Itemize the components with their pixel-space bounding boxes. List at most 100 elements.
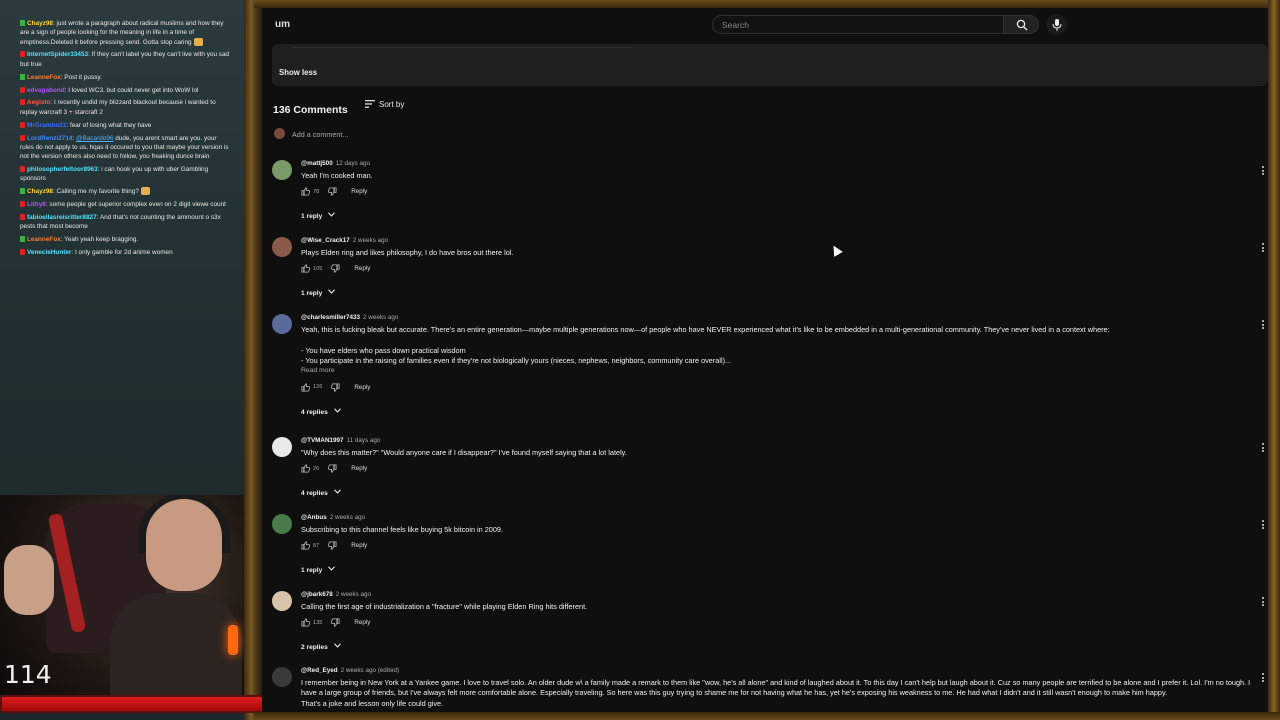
comment-author[interactable]: @charlesmiller7433 (301, 314, 360, 321)
chat-message: Chayz98: just wrote a paragraph about ra… (20, 19, 232, 47)
comment-menu-icon[interactable] (1260, 673, 1266, 683)
user-avatar[interactable] (274, 128, 285, 139)
chat-username[interactable]: MrGrambo21 (27, 122, 66, 129)
replies-toggle[interactable]: 1 reply (301, 212, 336, 220)
comment-author[interactable]: @mattj500 (301, 160, 333, 167)
description-divider (292, 47, 632, 48)
comment-menu-icon[interactable] (1260, 243, 1266, 253)
chevron-down-icon (333, 407, 341, 415)
chat-username[interactable]: VenecieHunter (27, 249, 71, 256)
comment-menu-icon[interactable] (1260, 166, 1266, 176)
show-less-button[interactable]: Show less (279, 68, 317, 77)
like-count: 26 (313, 465, 320, 472)
replies-toggle[interactable]: 4 replies (301, 489, 341, 497)
comment-text: Yeah, this is fucking bleak but accurate… (301, 325, 1261, 376)
commenter-avatar[interactable] (272, 591, 292, 611)
comment-author[interactable]: @TVMAN1997 (301, 437, 344, 444)
chat-username[interactable]: LeanneFox (27, 74, 61, 81)
sort-by-label: Sort by (379, 100, 405, 109)
youtube-logo[interactable]: um (275, 19, 290, 30)
comment-line: I remember being in New York at a Yankee… (301, 678, 1251, 698)
read-more-button[interactable]: Read more (301, 366, 1261, 376)
chat-username[interactable]: InternetSpider33453 (27, 51, 88, 58)
reply-button[interactable]: Reply (351, 188, 367, 195)
chat-username[interactable]: Chayz98 (27, 20, 53, 27)
comment-timestamp[interactable]: 2 weeks ago (330, 514, 365, 521)
chat-username[interactable]: LeanneFox (27, 236, 61, 243)
comment-timestamp[interactable]: 12 days ago (336, 160, 370, 167)
add-comment-input[interactable] (290, 128, 1254, 140)
reply-button[interactable]: Reply (354, 619, 370, 626)
chat-text: : I only gamble for 2d anime women (71, 249, 173, 257)
comment-actions: 78 Reply (301, 187, 367, 197)
comment-menu-icon[interactable] (1260, 520, 1266, 530)
chat-username[interactable]: fabioellasreisritter8827 (27, 214, 97, 221)
reply-button[interactable]: Reply (354, 384, 370, 391)
voice-search-button[interactable] (1046, 14, 1067, 35)
comment-header: @TVMAN1997 11 days ago (301, 437, 380, 444)
comment-menu-icon[interactable] (1260, 597, 1266, 607)
comment-author[interactable]: @Anbus (301, 514, 327, 521)
like-icon[interactable] (301, 541, 311, 550)
like-icon[interactable] (301, 464, 311, 473)
chat-message: Chayz98: Calling me my favorite thing? (20, 187, 232, 196)
replies-toggle[interactable]: 4 replies (301, 407, 341, 416)
comment-timestamp[interactable]: 11 days ago (347, 437, 381, 444)
commenter-avatar[interactable] (272, 437, 292, 457)
comment-timestamp[interactable]: 2 weeks ago (edited) (341, 667, 399, 674)
comment-text: Calling the first age of industrializati… (301, 602, 1261, 612)
chevron-down-icon (333, 643, 341, 650)
dislike-icon[interactable] (331, 618, 340, 628)
commenter-avatar[interactable] (272, 667, 292, 687)
sort-by-button[interactable]: Sort by (365, 100, 404, 109)
emote-icon (193, 37, 203, 46)
comment-menu-icon[interactable] (1260, 443, 1266, 453)
search-box[interactable] (712, 15, 1021, 34)
chat-username[interactable]: edvagabond (27, 87, 65, 94)
comment-menu-icon[interactable] (1260, 320, 1266, 330)
chat-text: : Post it pussy. (60, 73, 102, 81)
comment-author[interactable]: @Wise_Crack17 (301, 237, 350, 244)
search-input[interactable] (713, 16, 1021, 33)
chat-username[interactable]: philosopherfeltoor8963 (27, 166, 98, 173)
dislike-icon[interactable] (331, 382, 340, 392)
chat-username[interactable]: LordRenzi2714 (27, 135, 72, 142)
chat-mention[interactable]: @Bacardo96 (76, 135, 113, 142)
comment-author[interactable]: @jbark678 (301, 591, 333, 598)
comments-count: 136 Comments (273, 104, 348, 116)
comment-actions: 135 Reply (301, 618, 370, 628)
chevron-down-icon (333, 489, 341, 496)
comment-timestamp[interactable]: 2 weeks ago (353, 237, 388, 244)
search-button[interactable] (1003, 15, 1039, 34)
comment-timestamp[interactable]: 2 weeks ago (336, 591, 371, 598)
replies-toggle[interactable]: 2 replies (301, 643, 341, 651)
commenter-avatar[interactable] (272, 237, 292, 257)
like-icon[interactable] (301, 187, 311, 196)
youtube-badge-icon (20, 99, 25, 106)
chat-text: : fear of losing what they have (66, 121, 152, 129)
comment-text: "Why does this matter?" "Would anyone ca… (301, 448, 1261, 458)
chat-username[interactable]: Aegisto (27, 99, 50, 106)
comment-timestamp[interactable]: 2 weeks ago (363, 314, 398, 321)
like-count: 126 (313, 384, 323, 390)
chat-username[interactable]: Chayz98 (27, 188, 53, 195)
reply-button[interactable]: Reply (351, 542, 367, 549)
chat-username[interactable]: Lithy6 (27, 201, 46, 208)
dislike-icon[interactable] (331, 264, 340, 274)
like-icon[interactable] (301, 382, 311, 392)
like-icon[interactable] (301, 618, 311, 627)
replies-label: 1 reply (301, 290, 323, 298)
dislike-icon[interactable] (328, 464, 337, 474)
commenter-avatar[interactable] (272, 514, 292, 534)
comment-actions: 26 Reply (301, 464, 367, 474)
commenter-avatar[interactable] (272, 314, 292, 334)
reply-button[interactable]: Reply (354, 265, 370, 272)
like-icon[interactable] (301, 264, 311, 273)
reply-button[interactable]: Reply (351, 465, 367, 472)
replies-toggle[interactable]: 1 reply (301, 566, 336, 574)
dislike-icon[interactable] (328, 541, 337, 551)
dislike-icon[interactable] (328, 187, 337, 197)
commenter-avatar[interactable] (272, 160, 292, 180)
comment-author[interactable]: @Red_Eyed (301, 667, 338, 674)
replies-toggle[interactable]: 1 reply (301, 289, 336, 298)
